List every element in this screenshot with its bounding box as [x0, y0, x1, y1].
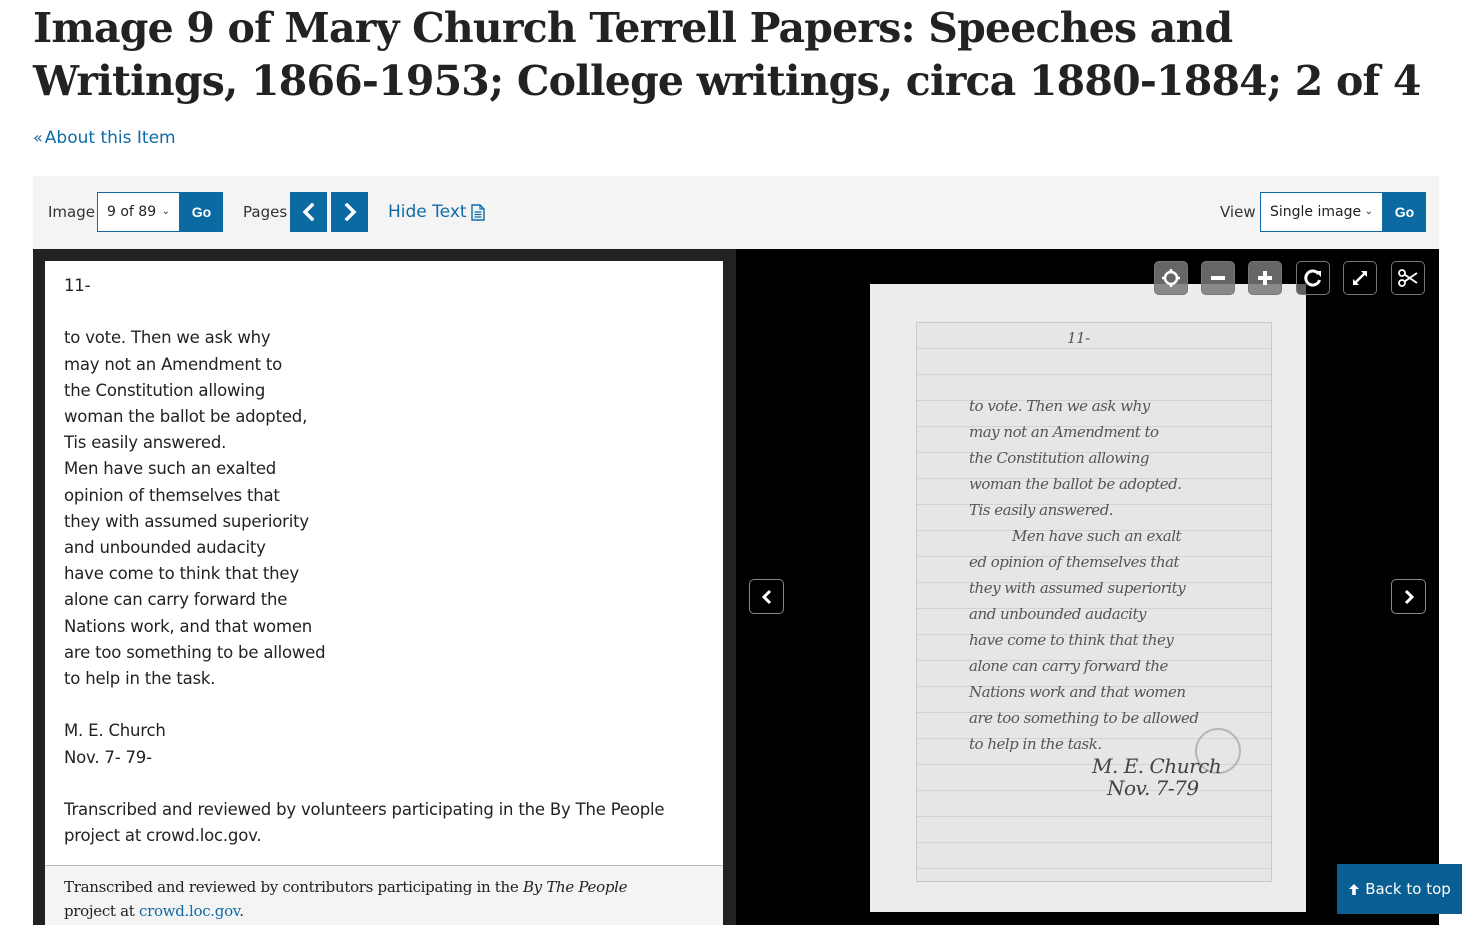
- handwritten-line: 11-: [1067, 329, 1090, 347]
- chevron-left-icon: [302, 203, 314, 221]
- transcript-line: Nations work, and that women: [64, 616, 313, 636]
- chevron-left-icon: [761, 589, 771, 604]
- back-to-top-label: Back to top: [1365, 880, 1451, 898]
- handwritten-line: have come to think that they: [969, 631, 1174, 649]
- zoom-out-icon: [1211, 276, 1225, 280]
- double-chevron-left-icon: «: [33, 128, 43, 147]
- credit-text: Transcribed and reviewed by contributors…: [64, 878, 523, 896]
- chevron-down-icon: ⌄: [1364, 206, 1373, 217]
- transcript-line: and unbounded audacity: [64, 538, 266, 558]
- fullscreen-button[interactable]: [1343, 261, 1377, 295]
- transcription-text: 11- to vote. Then we ask why may not an Am…: [45, 261, 723, 849]
- view-go-button[interactable]: Go: [1383, 192, 1426, 232]
- view-select-value: Single image: [1270, 204, 1362, 220]
- handwritten-line: Nations work and that women: [969, 683, 1186, 701]
- handwritten-line: the Constitution allowing: [969, 449, 1149, 467]
- handwritten-line: and unbounded audacity: [969, 605, 1146, 623]
- manuscript-page: 11- to vote. Then we ask why may not an Am…: [916, 322, 1272, 882]
- credit-text: project at: [64, 902, 139, 920]
- transcript-line: the Constitution allowing: [64, 380, 266, 400]
- view-select[interactable]: Single image ⌄: [1260, 192, 1383, 232]
- transcript-line: to help in the task.: [64, 669, 216, 689]
- back-to-top-button[interactable]: Back to top: [1337, 864, 1462, 914]
- pages-label: Pages: [243, 203, 288, 221]
- previous-page-button[interactable]: [290, 192, 327, 232]
- transcript-line: to vote. Then we ask why: [64, 328, 271, 348]
- home-button[interactable]: [1154, 261, 1188, 295]
- crowd-loc-gov-link[interactable]: crowd.loc.gov: [139, 902, 240, 920]
- handwritten-line: are too something to be allowed: [969, 709, 1199, 727]
- handwritten-line: woman the ballot be adopted.: [969, 475, 1182, 493]
- transcript-line: Men have such an exalted: [64, 459, 277, 479]
- handwritten-line: alone can carry forward the: [969, 657, 1168, 675]
- viewer-toolbar: Image 9 of 89 ⌄ Go Pages Hide Text View …: [33, 176, 1439, 249]
- manuscript-image[interactable]: 11- to vote. Then we ask why may not an Am…: [870, 284, 1306, 912]
- credit-project-name: By The People: [522, 878, 628, 896]
- arrow-up-icon: [1349, 883, 1360, 895]
- transcript-line: may not an Amendment to: [64, 354, 283, 374]
- handwritten-line: Nov. 7-79: [1107, 776, 1199, 800]
- transcript-line: 11-: [64, 276, 91, 295]
- next-page-button[interactable]: [331, 192, 368, 232]
- zoom-out-button[interactable]: [1201, 261, 1235, 295]
- transcript-line: they with assumed superiority: [64, 511, 309, 531]
- page-title: Image 9 of Mary Church Terrell Papers: S…: [33, 4, 1421, 105]
- transcript-line: are too something to be allowed: [64, 642, 326, 662]
- handwritten-line: to vote. Then we ask why: [969, 397, 1150, 415]
- transcript-line: Tis easily answered.: [64, 433, 227, 453]
- crop-button[interactable]: [1391, 261, 1425, 295]
- zoom-in-icon: [1258, 271, 1272, 285]
- crop-scissors-icon: [1398, 269, 1418, 287]
- transcript-line: project at crowd.loc.gov.: [64, 826, 262, 846]
- about-link-label: About this Item: [44, 128, 176, 148]
- handwritten-line: may not an Amendment to: [969, 423, 1159, 441]
- home-icon: [1162, 269, 1180, 287]
- transcription-pane: 11- to vote. Then we ask why may not an Am…: [33, 249, 736, 925]
- chevron-down-icon: ⌄: [161, 206, 170, 217]
- rotate-button[interactable]: [1296, 261, 1330, 295]
- image-select[interactable]: 9 of 89 ⌄: [97, 192, 180, 232]
- transcription-panel[interactable]: 11- to vote. Then we ask why may not an Am…: [45, 261, 723, 925]
- document-icon: [470, 203, 485, 221]
- transcript-line: Nov. 7- 79-: [64, 747, 152, 767]
- transcript-line: Transcribed and reviewed by volunteers p…: [64, 800, 665, 820]
- transcript-line: woman the ballot be adopted,: [64, 407, 308, 426]
- zoom-in-button[interactable]: [1248, 261, 1282, 295]
- handwritten-line: they with assumed superiority: [969, 579, 1186, 597]
- transcription-credit: Transcribed and reviewed by contributors…: [45, 865, 723, 925]
- handwritten-line: ed opinion of themselves that: [969, 553, 1180, 571]
- handwritten-line: Tis easily answered.: [969, 501, 1114, 519]
- image-go-button[interactable]: Go: [180, 192, 223, 232]
- hide-text-link[interactable]: Hide Text: [388, 201, 485, 223]
- credit-suffix: .: [239, 902, 244, 920]
- chevron-right-icon: [1404, 589, 1414, 604]
- view-label: View: [1220, 203, 1256, 221]
- chevron-right-icon: [344, 203, 356, 221]
- fullscreen-icon: [1353, 271, 1367, 285]
- rotate-icon: [1304, 269, 1321, 287]
- transcript-line: opinion of themselves that: [64, 485, 280, 505]
- image-viewer[interactable]: 11- to vote. Then we ask why may not an Am…: [736, 249, 1439, 925]
- transcript-line: have come to think that they: [64, 564, 299, 584]
- viewer-previous-button[interactable]: [749, 579, 784, 614]
- transcript-line: alone can carry forward the: [64, 590, 288, 610]
- image-select-value: 9 of 89: [107, 204, 157, 220]
- handwritten-line: Men have such an exalt: [1012, 527, 1182, 545]
- image-label: Image: [48, 203, 95, 221]
- handwritten-line: to help in the task.: [969, 735, 1102, 753]
- about-this-item-link[interactable]: «About this Item: [33, 126, 176, 150]
- hide-text-label: Hide Text: [388, 202, 467, 222]
- viewer-next-button[interactable]: [1391, 579, 1426, 614]
- transcript-line: M. E. Church: [64, 721, 166, 741]
